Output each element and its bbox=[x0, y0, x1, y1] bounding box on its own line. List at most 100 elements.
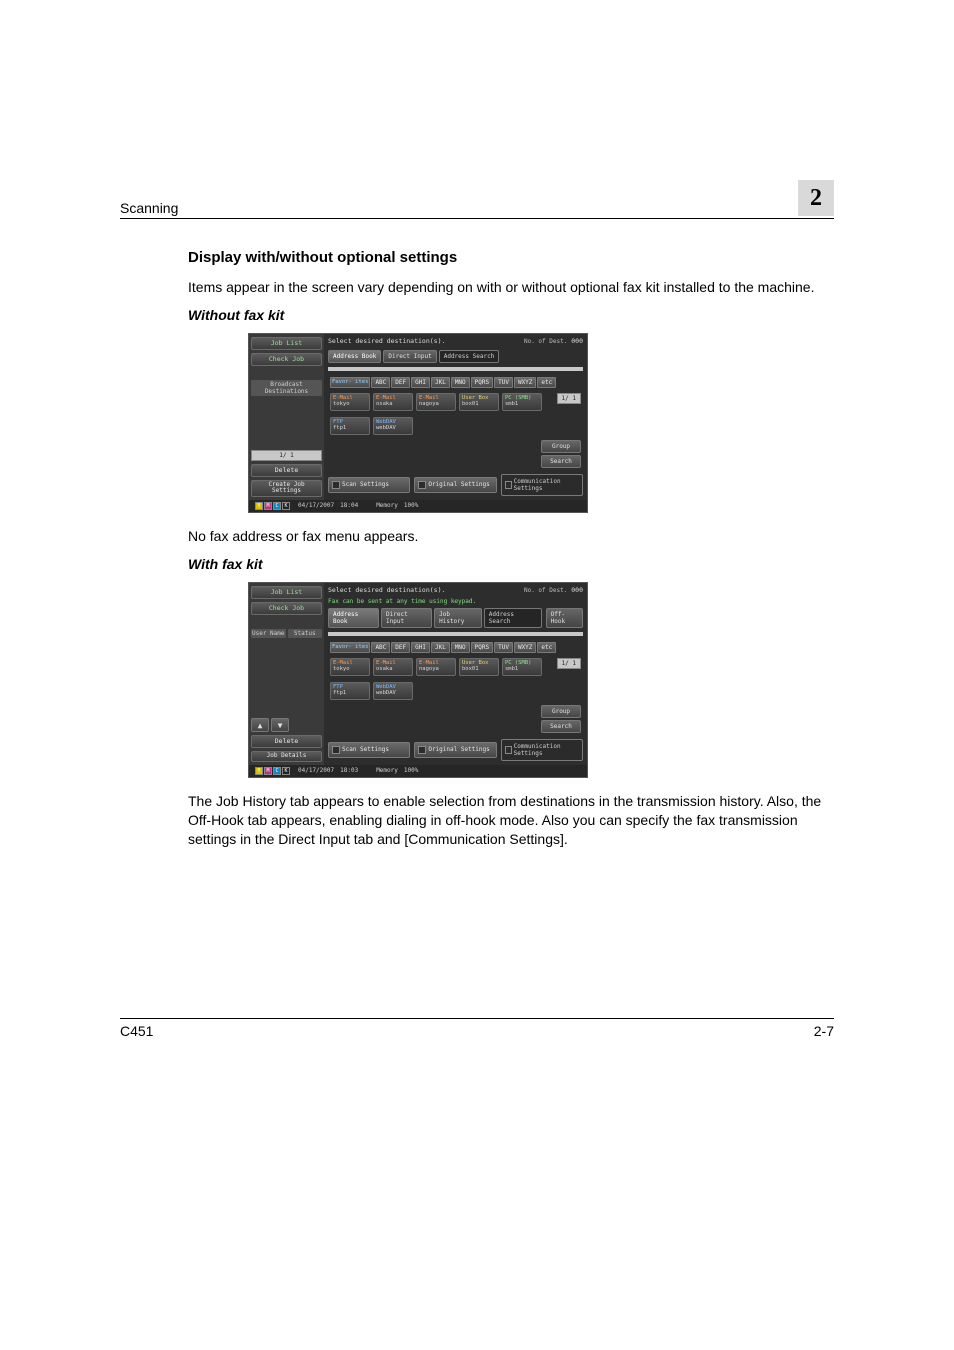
destination-tile[interactable]: PC (SMB)smb1 bbox=[502, 658, 542, 676]
with-fax-paragraph: The Job History tab appears to enable se… bbox=[188, 792, 834, 849]
dest-count-value: 000 bbox=[571, 337, 583, 345]
tab-off-hook[interactable]: Off-Hook bbox=[546, 608, 583, 628]
scan-settings-icon bbox=[332, 481, 340, 489]
chapter-number: 2 bbox=[798, 180, 834, 216]
alpha-key[interactable]: DEF bbox=[391, 377, 410, 388]
figure-without-fax: Job List Check Job Broadcast Destination… bbox=[248, 333, 834, 513]
scroll-up-button[interactable]: ▲ bbox=[251, 718, 269, 732]
alpha-key[interactable]: TUV bbox=[494, 377, 513, 388]
footer-model: C451 bbox=[120, 1023, 153, 1039]
original-settings-icon bbox=[418, 746, 426, 754]
check-job-button[interactable]: Check Job bbox=[251, 353, 322, 366]
alpha-key[interactable]: ABC bbox=[371, 377, 390, 388]
destination-tile[interactable]: User Boxbox01 bbox=[459, 658, 499, 676]
toner-indicator: K bbox=[282, 502, 290, 510]
tab-direct-input[interactable]: Direct Input bbox=[383, 350, 436, 363]
job-list-button[interactable]: Job List bbox=[251, 337, 322, 350]
tab-direct-input[interactable]: Direct Input bbox=[381, 608, 432, 628]
destination-tile[interactable]: FTPftp1 bbox=[330, 417, 370, 435]
scan-settings-button[interactable]: Scan Settings bbox=[328, 742, 410, 758]
alpha-key[interactable]: MNO bbox=[451, 377, 470, 388]
side-page-counter: 1/ 1 bbox=[251, 450, 322, 461]
alpha-key[interactable]: DEF bbox=[391, 642, 410, 653]
toner-indicator: C bbox=[273, 502, 281, 510]
dest-count-label: No. of Dest. bbox=[524, 338, 567, 345]
scan-settings-icon bbox=[332, 746, 340, 754]
tile-page-counter: 1/ 1 bbox=[557, 658, 581, 669]
search-button[interactable]: Search bbox=[541, 455, 581, 468]
figure-with-fax: Job List Check Job User Name Status ▲ ▼ … bbox=[248, 582, 834, 778]
destination-tile[interactable]: E-Mailosaka bbox=[373, 393, 413, 411]
status-date: 04/17/2007 bbox=[298, 502, 334, 509]
destination-tile[interactable]: E-Mailtokyo bbox=[330, 393, 370, 411]
alpha-key[interactable]: PQRS bbox=[471, 377, 493, 388]
memory-label: Memory bbox=[376, 767, 398, 774]
alpha-key[interactable]: Favor- ites bbox=[330, 642, 370, 653]
create-job-settings-button[interactable]: Create Job Settings bbox=[251, 480, 322, 497]
tile-page-counter: 1/ 1 bbox=[557, 393, 581, 404]
comm-settings-button[interactable]: Communication Settings bbox=[501, 474, 583, 496]
destination-tile[interactable]: E-Mailnagoya bbox=[416, 658, 456, 676]
alpha-key[interactable]: TUV bbox=[494, 642, 513, 653]
original-settings-button[interactable]: Original Settings bbox=[414, 477, 496, 493]
job-details-button[interactable]: Job Details bbox=[251, 751, 322, 762]
running-head: Scanning bbox=[120, 200, 178, 216]
group-button[interactable]: Group bbox=[541, 440, 581, 453]
subhead-without-fax: Without fax kit bbox=[188, 307, 834, 323]
no-fax-note: No fax address or fax menu appears. bbox=[188, 527, 834, 546]
alpha-key[interactable]: etc bbox=[537, 377, 556, 388]
alpha-key[interactable]: JKL bbox=[431, 377, 450, 388]
section-heading: Display with/without optional settings bbox=[188, 249, 834, 266]
destination-tile[interactable]: WebDAVwebDAV bbox=[373, 682, 413, 700]
destination-tile[interactable]: E-Mailnagoya bbox=[416, 393, 456, 411]
alpha-key[interactable]: GHI bbox=[411, 642, 430, 653]
original-settings-icon bbox=[418, 481, 426, 489]
toner-indicator: M bbox=[264, 502, 272, 510]
dest-tiles-row-2: FTPftp1WebDAVwebDAV bbox=[324, 414, 557, 438]
alpha-key[interactable]: MNO bbox=[451, 642, 470, 653]
broadcast-dest-label: Broadcast Destinations bbox=[251, 380, 322, 396]
scroll-down-button[interactable]: ▼ bbox=[271, 718, 289, 732]
alpha-key-row: Favor- itesABCDEFGHIJKLMNOPQRSTUVWXYZetc bbox=[324, 638, 587, 655]
destination-tile[interactable]: WebDAVwebDAV bbox=[373, 417, 413, 435]
check-job-button[interactable]: Check Job bbox=[251, 602, 322, 615]
scan-settings-button[interactable]: Scan Settings bbox=[328, 477, 410, 493]
alpha-key[interactable]: JKL bbox=[431, 642, 450, 653]
search-button[interactable]: Search bbox=[541, 720, 581, 733]
tab-address-search[interactable]: Address Search bbox=[484, 608, 542, 628]
alpha-key[interactable]: Favor- ites bbox=[330, 377, 370, 388]
username-header: User Name bbox=[251, 629, 286, 638]
tab-address-book[interactable]: Address Book bbox=[328, 608, 379, 628]
tab-address-book[interactable]: Address Book bbox=[328, 350, 381, 363]
dest-tiles-row-1: E-MailtokyoE-MailosakaE-MailnagoyaUser B… bbox=[324, 390, 557, 414]
memory-value: 100% bbox=[404, 502, 418, 509]
destination-tile[interactable]: FTPftp1 bbox=[330, 682, 370, 700]
status-time: 18:03 bbox=[340, 767, 358, 774]
alpha-key[interactable]: WXYZ bbox=[514, 642, 536, 653]
tab-address-search[interactable]: Address Search bbox=[439, 350, 500, 363]
destination-tile[interactable]: PC (SMB)smb1 bbox=[502, 393, 542, 411]
original-settings-button[interactable]: Original Settings bbox=[414, 742, 496, 758]
alpha-key[interactable]: etc bbox=[537, 642, 556, 653]
dest-count-value: 000 bbox=[571, 586, 583, 594]
toner-levels: YMCK bbox=[253, 502, 292, 510]
destination-tile[interactable]: E-Mailtokyo bbox=[330, 658, 370, 676]
comm-settings-button[interactable]: Communication Settings bbox=[501, 739, 583, 761]
toner-indicator: K bbox=[282, 767, 290, 775]
status-time: 18:04 bbox=[340, 502, 358, 509]
alpha-key[interactable]: GHI bbox=[411, 377, 430, 388]
group-button[interactable]: Group bbox=[541, 705, 581, 718]
memory-label: Memory bbox=[376, 502, 398, 509]
alpha-key[interactable]: ABC bbox=[371, 642, 390, 653]
delete-button[interactable]: Delete bbox=[251, 464, 322, 477]
alpha-key[interactable]: WXYZ bbox=[514, 377, 536, 388]
delete-button[interactable]: Delete bbox=[251, 735, 322, 748]
toner-indicator: Y bbox=[255, 767, 263, 775]
alpha-key[interactable]: PQRS bbox=[471, 642, 493, 653]
destination-tile[interactable]: User Boxbox01 bbox=[459, 393, 499, 411]
toner-indicator: C bbox=[273, 767, 281, 775]
destination-tile[interactable]: E-Mailosaka bbox=[373, 658, 413, 676]
tab-job-history[interactable]: Job History bbox=[434, 608, 482, 628]
job-list-button[interactable]: Job List bbox=[251, 586, 322, 599]
comm-settings-icon bbox=[505, 481, 512, 489]
